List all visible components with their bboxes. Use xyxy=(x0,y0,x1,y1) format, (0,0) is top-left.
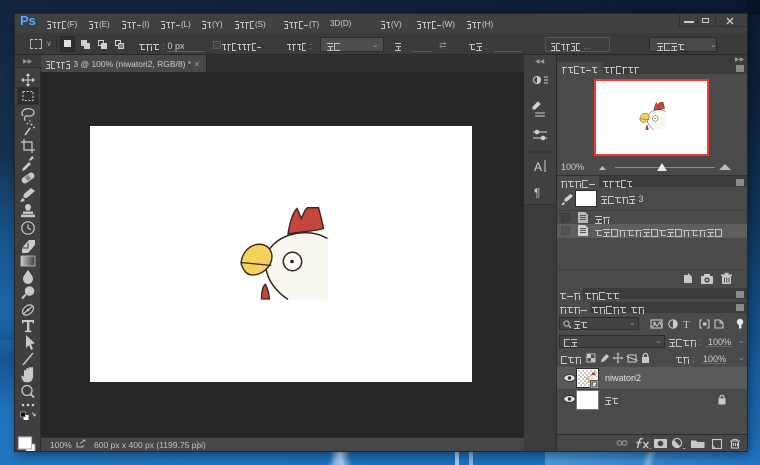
svg-text:T: T xyxy=(683,319,690,330)
svg-text:A: A xyxy=(534,160,542,174)
svg-text:◀◀: ◀◀ xyxy=(535,59,545,65)
svg-text:¶: ¶ xyxy=(534,186,540,200)
